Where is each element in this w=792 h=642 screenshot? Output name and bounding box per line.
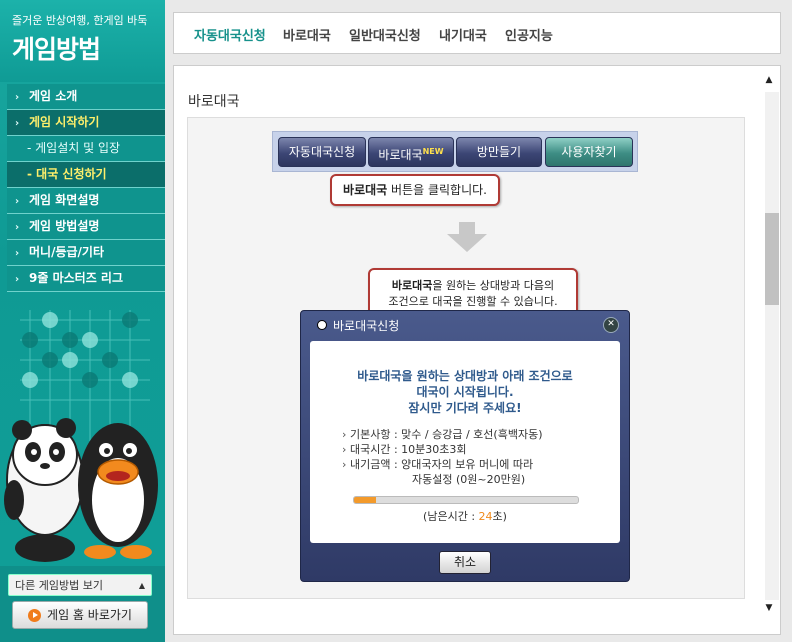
remaining-prefix: (남은시간 : (423, 510, 479, 523)
quick-match-dialog: 바로대국신청 ✕ 바로대국을 원하는 상대방과 아래 조건으로 대국이 시작됩니… (300, 310, 630, 582)
down-arrow-icon (447, 222, 487, 252)
new-badge: NEW (422, 147, 444, 156)
go-stone-icon (317, 320, 327, 330)
sidebar-title: 게임방법 (12, 35, 101, 64)
cancel-button[interactable]: 취소 (439, 551, 491, 574)
scroll-down-arrow-icon[interactable]: ▼ (762, 603, 776, 617)
menu-label: 게임 소개 (29, 89, 78, 103)
menu-label: 게임 화면설명 (29, 193, 100, 207)
play-icon (28, 609, 42, 622)
scroll-up-arrow-icon[interactable]: ▲ (762, 75, 776, 89)
menu-label: 게임 시작하기 (29, 115, 100, 129)
section-title: 바로대국 (188, 94, 240, 110)
menu-label: 9줄 마스터즈 리그 (29, 271, 123, 285)
tab-quick-match[interactable]: 바로대국 (283, 25, 331, 44)
demo-quick-match-label: 바로대국 (378, 148, 423, 162)
close-icon[interactable]: ✕ (603, 317, 619, 333)
game-home-button[interactable]: 게임 홈 바로가기 (12, 601, 148, 629)
wait-progress-bar (353, 496, 579, 504)
menu-item-howto[interactable]: › 게임 방법설명 (7, 214, 165, 240)
sidebar-menu: › 게임 소개 › 게임 시작하기 - 게임설치 및 입장 - 대국 신청하기 › 게… (7, 84, 165, 292)
remaining-suffix: 초) (492, 510, 507, 523)
menu-item-intro[interactable]: › 게임 소개 (7, 84, 165, 110)
chevron-right-icon: › (15, 92, 20, 103)
callout1-bold: 바로대국 (343, 183, 388, 197)
menu-item-masters[interactable]: › 9줄 마스터즈 리그 (7, 266, 165, 292)
dialog-message-line: 대국이 시작됩니다. (416, 385, 514, 399)
other-guides-select[interactable]: 다른 게임방법 보기 ▲ (8, 574, 152, 596)
tab-auto-request[interactable]: 자동대국신청 (194, 25, 266, 44)
tab-bet-match[interactable]: 내기대국 (439, 25, 487, 44)
menu-label: 머니/등급/기타 (29, 245, 105, 259)
wait-progress-fill (354, 497, 377, 503)
sidebar-subtitle: 즐거운 반상여행, 한게임 바둑 (12, 14, 148, 27)
demo-find-user-button[interactable]: 사용자찾기 (545, 137, 633, 167)
dialog-message-line: 잠시만 기다려 주세요! (408, 401, 522, 415)
mascot-illustration (4, 310, 158, 562)
submenu-item-install[interactable]: - 게임설치 및 입장 (7, 136, 165, 162)
dialog-message: 바로대국을 원하는 상대방과 아래 조건으로 대국이 시작됩니다. 잠시만 기다… (310, 368, 620, 416)
chevron-right-icon: › (15, 118, 20, 129)
dialog-info-list: 기본사항 : 맞수 / 승강급 / 호선(흑백자동) 대국시간 : 10분30초… (342, 427, 542, 487)
callout2-text: 을 원하는 상대방과 다음의 (432, 279, 555, 292)
demo-auto-request-button[interactable]: 자동대국신청 (278, 137, 366, 167)
callout2-line1: 바로대국을 원하는 상대방과 다음의 (370, 278, 576, 294)
callout-click-quick-match: 바로대국 버튼을 클릭합니다. (330, 174, 500, 206)
info-time: 대국시간 : 10분30초3회 (342, 442, 542, 457)
dialog-body: 바로대국을 원하는 상대방과 아래 조건으로 대국이 시작됩니다. 잠시만 기다… (310, 341, 620, 543)
menu-label: 게임 방법설명 (29, 219, 100, 233)
callout2-line2: 조건으로 대국을 진행할 수 있습니다. (388, 295, 558, 308)
tab-normal-request[interactable]: 일반대국신청 (349, 25, 421, 44)
demo-quick-match-button[interactable]: 바로대국NEW (368, 137, 454, 167)
sidebar: 즐거운 반상여행, 한게임 바둑 게임방법 › 게임 소개 › 게임 시작하기 - … (0, 0, 165, 642)
submenu-item-request[interactable]: - 대국 신청하기 (7, 162, 165, 188)
demo-button-bar: 자동대국신청 바로대국NEW 방만들기 사용자찾기 (272, 131, 638, 172)
callout1-text: 버튼을 클릭합니다. (387, 183, 487, 197)
demo-make-room-button[interactable]: 방만들기 (456, 137, 542, 167)
chevron-right-icon: › (15, 222, 20, 233)
sidebar-footer: 다른 게임방법 보기 ▲ 게임 홈 바로가기 (0, 566, 165, 642)
remaining-time: (남은시간 : 24초) (310, 508, 620, 524)
tab-ai[interactable]: 인공지능 (505, 25, 553, 44)
remaining-seconds: 24 (478, 510, 493, 523)
scrollbar-track[interactable] (765, 92, 779, 600)
chevron-right-icon: › (15, 196, 20, 207)
chevron-right-icon: › (15, 274, 20, 285)
caret-up-icon: ▲ (138, 581, 145, 590)
menu-item-screen[interactable]: › 게임 화면설명 (7, 188, 165, 214)
game-home-label: 게임 홈 바로가기 (47, 608, 132, 622)
sidebar-header: 즐거운 반상여행, 한게임 바둑 게임방법 (0, 0, 165, 82)
dialog-message-line: 바로대국을 원하는 상대방과 아래 조건으로 (357, 369, 573, 383)
other-guides-label: 다른 게임방법 보기 (15, 579, 103, 592)
chevron-right-icon: › (15, 248, 20, 259)
dialog-title: 바로대국신청 (333, 319, 400, 333)
menu-item-money[interactable]: › 머니/등급/기타 (7, 240, 165, 266)
info-basic: 기본사항 : 맞수 / 승강급 / 호선(흑백자동) (342, 427, 542, 442)
menu-item-start[interactable]: › 게임 시작하기 (7, 110, 165, 136)
callout2-bold: 바로대국 (391, 279, 433, 292)
info-bet: 내기금액 : 양대국자의 보유 머니에 따라 (342, 457, 542, 472)
info-bet-cont: 자동설정 (0원~20만원) (412, 473, 526, 486)
scrollbar-thumb[interactable] (765, 213, 779, 305)
top-tab-bar: 자동대국신청 바로대국 일반대국신청 내기대국 인공지능 (173, 12, 781, 54)
